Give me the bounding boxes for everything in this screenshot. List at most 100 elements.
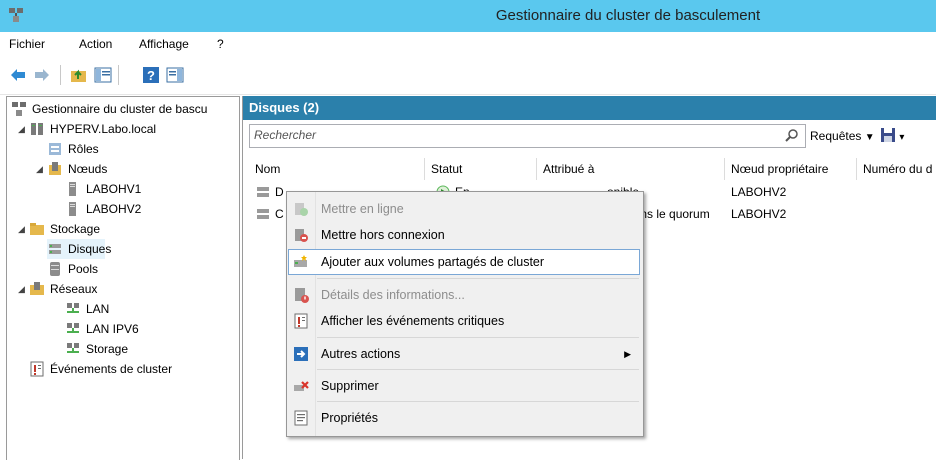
- cluster-manager-icon: [12, 102, 26, 116]
- menu-item-more-actions[interactable]: Autres actions ▶: [289, 342, 639, 366]
- navigation-tree: Gestionnaire du cluster de bascu ◢ HYPER…: [6, 96, 240, 460]
- chevron-down-icon: ▼: [864, 132, 875, 143]
- roles-icon: [49, 143, 61, 155]
- menu-item-label: Mettre en ligne: [321, 202, 404, 216]
- collapse-arrow-icon[interactable]: ◢: [18, 285, 26, 294]
- search-icon[interactable]: [785, 128, 799, 142]
- column-header-owner[interactable]: Nœud propriétaire: [725, 158, 857, 180]
- bring-online-icon: [295, 203, 308, 216]
- toolbar-separator: [118, 65, 119, 85]
- search-placeholder: Rechercher: [254, 128, 317, 142]
- server-icon: [69, 182, 76, 196]
- menu-item-bring-online[interactable]: Mettre en ligne: [289, 197, 639, 221]
- disk-icon: [257, 187, 269, 197]
- tree-label: Réseaux: [50, 282, 98, 296]
- tree-label: LABOHV2: [86, 202, 142, 216]
- menu-item-take-offline[interactable]: Mettre hors connexion: [289, 223, 639, 247]
- menu-separator: [317, 337, 639, 338]
- menu-help[interactable]: ?: [217, 37, 224, 51]
- tree-label: Stockage: [50, 222, 101, 236]
- delete-icon: [294, 381, 309, 391]
- take-offline-icon: [295, 229, 308, 242]
- queries-button[interactable]: Requêtes ▼ ▾: [810, 124, 904, 146]
- menu-item-label: Supprimer: [321, 379, 379, 393]
- menu-separator: [317, 401, 639, 402]
- networks-icon: [30, 282, 44, 295]
- tree-label: Événements de cluster: [50, 362, 173, 376]
- toolbar-separator: [60, 65, 61, 85]
- tree-label: Gestionnaire du cluster de bascu: [32, 102, 208, 116]
- menu-item-delete[interactable]: Supprimer: [289, 374, 639, 398]
- menu-separator: [317, 369, 639, 370]
- help-icon[interactable]: ?: [142, 66, 160, 84]
- tree-label: LAN IPV6: [86, 322, 139, 336]
- show-hide-tree-icon[interactable]: [94, 66, 112, 84]
- nodes-icon: [49, 162, 61, 175]
- events-log-icon: [30, 361, 44, 377]
- tree-label: Nœuds: [68, 162, 108, 176]
- tree-label: LAN: [86, 302, 110, 316]
- tree-label: Rôles: [68, 142, 99, 156]
- tree-label: Disques: [68, 242, 112, 256]
- disks-icon: [49, 244, 61, 254]
- tree-label: LABOHV1: [86, 182, 142, 196]
- queries-label: Requêtes: [810, 129, 862, 143]
- cell-owner: LABOHV2: [731, 207, 787, 221]
- window-title: Gestionnaire du cluster de basculement: [495, 7, 761, 24]
- storage-folder-icon: [30, 223, 44, 235]
- column-header-assigned[interactable]: Attribué à: [537, 158, 725, 180]
- menu-item-label: Autres actions: [321, 347, 401, 361]
- menu-item-label: Afficher les événements critiques: [321, 314, 505, 328]
- menu-action[interactable]: Action: [79, 37, 112, 51]
- menu-item-info-details[interactable]: Détails des informations...: [289, 283, 639, 307]
- tree-label: Storage: [86, 342, 129, 356]
- network-icon: [67, 303, 79, 313]
- toolbar: ?: [0, 56, 936, 95]
- action-pane-icon[interactable]: [166, 66, 184, 84]
- info-details-icon: [295, 288, 309, 303]
- disk-icon: [257, 209, 269, 219]
- menu-item-label: Détails des informations...: [321, 288, 465, 302]
- back-arrow-icon[interactable]: [9, 66, 27, 84]
- collapse-arrow-icon[interactable]: ◢: [18, 225, 26, 234]
- submenu-arrow-icon: ▶: [624, 349, 631, 359]
- column-header-name[interactable]: Nom: [249, 158, 425, 180]
- save-icon[interactable]: [880, 127, 896, 143]
- tree-label: HYPERV.Labo.local: [50, 122, 157, 136]
- add-csv-icon: [294, 255, 307, 267]
- chevron-down-icon: ▾: [899, 132, 905, 143]
- menu-item-label: Mettre hors connexion: [321, 228, 445, 242]
- tree-label: Pools: [68, 262, 99, 276]
- collapse-arrow-icon[interactable]: ◢: [36, 165, 44, 174]
- cell-owner: LABOHV2: [731, 185, 787, 199]
- menu-item-label: Ajouter aux volumes partagés de cluster: [321, 255, 545, 269]
- menu-separator: [317, 278, 639, 279]
- server-icon: [69, 202, 76, 216]
- context-menu: Mettre en ligne Mettre hors connexion Aj…: [286, 191, 644, 437]
- cluster-icon: [31, 123, 43, 135]
- search-input[interactable]: Rechercher: [249, 124, 806, 148]
- collapse-arrow-icon[interactable]: ◢: [18, 125, 26, 134]
- menu-item-label: Propriétés: [321, 411, 378, 425]
- cell-name: D: [275, 185, 284, 199]
- menu-bar: Fichier Action Affichage ?: [0, 32, 936, 56]
- network-icon: [67, 343, 79, 353]
- menu-item-add-to-csv[interactable]: Ajouter aux volumes partagés de cluster: [288, 249, 640, 275]
- forward-arrow-icon[interactable]: [33, 66, 51, 84]
- panel-header: Disques (2): [243, 96, 936, 120]
- critical-events-icon: [294, 313, 308, 329]
- network-icon: [67, 323, 79, 333]
- menu-item-critical-events[interactable]: Afficher les événements critiques: [289, 309, 639, 333]
- cell-name: C: [275, 207, 284, 221]
- properties-icon: [294, 410, 308, 426]
- menu-fichier[interactable]: Fichier: [9, 37, 45, 51]
- svg-text:?: ?: [147, 68, 155, 83]
- pools-icon: [50, 262, 60, 276]
- tree-item-disks[interactable]: Disques: [47, 239, 111, 259]
- column-header-number[interactable]: Numéro du d: [857, 158, 936, 180]
- menu-item-properties[interactable]: Propriétés: [289, 406, 639, 430]
- column-header-status[interactable]: Statut: [425, 158, 537, 180]
- up-folder-icon[interactable]: [70, 66, 88, 84]
- menu-affichage[interactable]: Affichage: [139, 37, 189, 51]
- more-actions-icon: [294, 347, 308, 361]
